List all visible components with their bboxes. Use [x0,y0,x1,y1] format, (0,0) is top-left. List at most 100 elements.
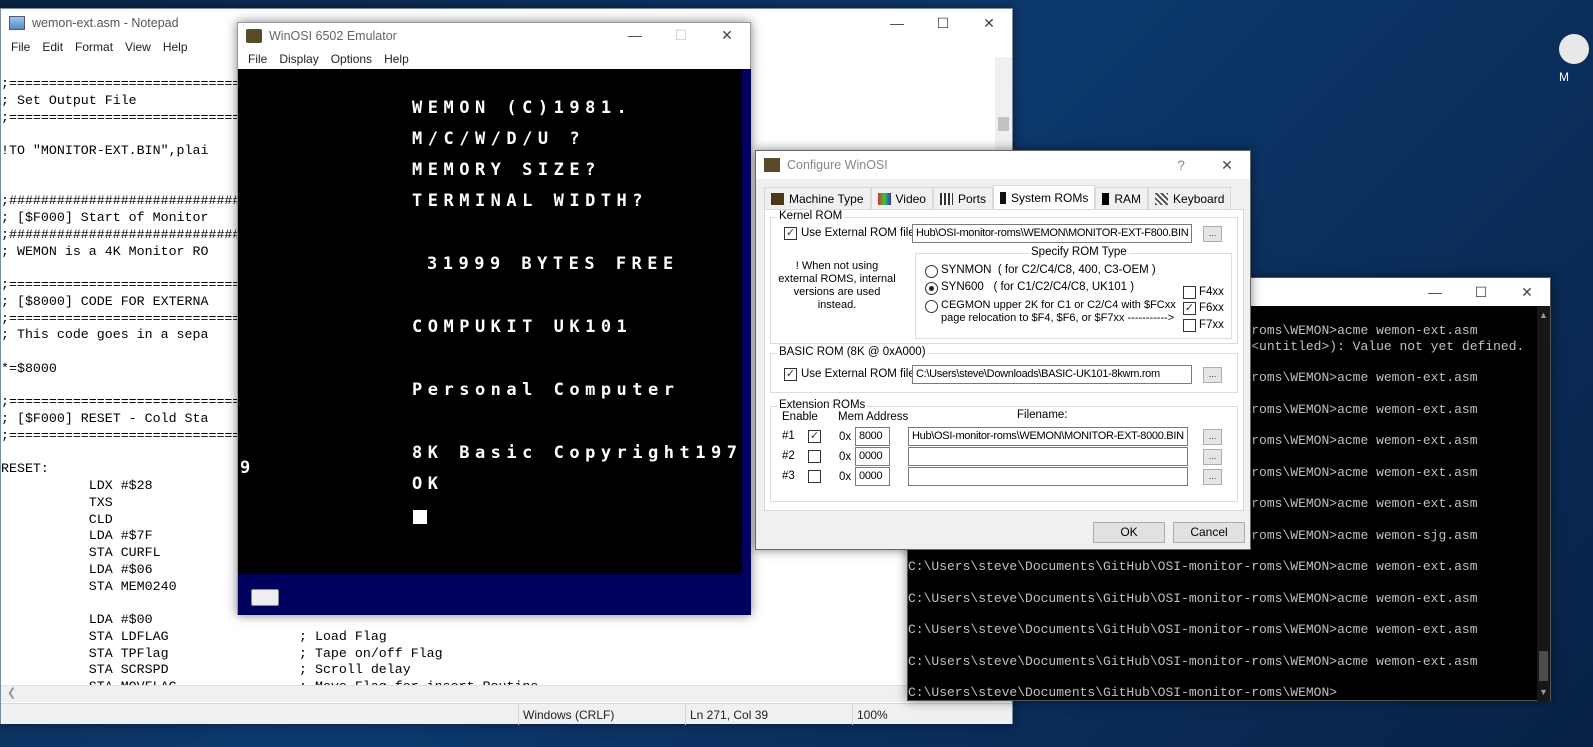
emulator-menubar: File Display Options Help [238,48,750,69]
tab-system-roms[interactable]: System ROMs [993,185,1096,210]
ext-rom-file-input[interactable]: Hub\OSI-monitor-roms\WEMON\MONITOR-EXT-8… [908,427,1188,446]
menu-help[interactable]: Help [157,40,194,54]
basic-external-checkbox[interactable]: ✓ [784,368,797,381]
console-line: C:\Users\steve\Documents\GitHub\OSI-moni… [908,653,1478,669]
kernel-browse-button[interactable]: ... [1203,226,1222,242]
cegmon-radio[interactable] [925,300,938,313]
menu-view[interactable]: View [119,40,157,54]
menu-display[interactable]: Display [273,52,324,66]
ext-rom-address-input[interactable]: 8000 [855,427,890,446]
minimize-button[interactable]: — [874,15,920,32]
close-button[interactable]: ✕ [704,27,750,44]
minimize-button[interactable]: — [612,27,658,44]
menu-edit[interactable]: Edit [36,40,69,54]
f4xx-checkbox[interactable] [1183,286,1196,299]
tab-label: System ROMs [1011,191,1089,205]
cegmon-label: CEGMON upper 2K for C1 or C2/C4 with $FC… [941,299,1176,311]
ext-rom-enable-checkbox[interactable] [808,470,821,483]
menu-options[interactable]: Options [325,52,378,66]
kernel-file-input[interactable]: Hub\OSI-monitor-roms\WEMON\MONITOR-EXT-F… [912,224,1192,243]
kernel-rom-group: Kernel ROM ✓ Use External ROM file: Hub\… [770,210,1238,344]
notepad-title: wemon-ext.asm - Notepad [32,16,179,30]
ext-rom-file-input[interactable] [908,447,1188,466]
close-button[interactable]: ✕ [1204,157,1250,174]
menu-help[interactable]: Help [378,52,415,66]
kernel-external-label: Use External ROM file: [801,227,918,239]
enable-header: Enable [782,411,818,423]
menu-format[interactable]: Format [69,40,119,54]
minimize-button[interactable]: — [1412,284,1458,301]
synmon-radio[interactable] [925,265,938,278]
cassette-tape-icon[interactable] [251,589,279,606]
emulator-screen[interactable]: WEMON (C)1981. M/C/W/D/U ? MEMORY SIZE? TER… [238,69,742,574]
emulator-title: WinOSI 6502 Emulator [269,28,397,43]
close-button[interactable]: ✕ [1504,284,1550,301]
screen-line: COMPUKIT UK101 [412,317,633,337]
tab-ports[interactable]: Ports [932,187,993,209]
ext-rom-address-input[interactable]: 0000 [855,467,890,486]
group-label: Specify ROM Type [1029,246,1129,258]
horizontal-scrollbar[interactable]: ❮ [1,685,996,702]
menu-file[interactable]: File [242,52,273,66]
ext-rom-browse-button[interactable]: ... [1203,469,1222,485]
system-roms-panel: Kernel ROM ✓ Use External ROM file: Hub\… [764,209,1244,511]
screen-line: TERMINAL WIDTH? [412,191,649,211]
ext-rom-enable-checkbox[interactable] [808,450,821,463]
kernel-external-checkbox[interactable]: ✓ [784,227,797,240]
ext-rom-address-input[interactable]: 0000 [855,447,890,466]
dialog-titlebar[interactable]: Configure WinOSI ? ✕ [756,151,1250,179]
emulator-titlebar[interactable]: WinOSI 6502 Emulator — ☐ ✕ [238,23,750,48]
text-line: STA LDFLAG; Load Flag [1,628,387,644]
syn600-radio[interactable] [925,282,938,295]
ext-rom-file-input[interactable] [908,467,1188,486]
basic-file-input[interactable]: C:\Users\steve\Downloads\BASIC-UK101-8kw… [912,365,1192,384]
kernel-note: ! When not using external ROMS, internal… [778,260,896,311]
ext-rom-enable-checkbox[interactable]: ✓ [808,430,821,443]
ok-button[interactable]: OK [1093,522,1165,543]
maximize-button[interactable]: ☐ [1458,284,1504,301]
group-label: Kernel ROM [777,210,845,222]
maximize-button[interactable]: ☐ [658,27,704,44]
close-button[interactable]: ✕ [966,15,1012,32]
tab-keyboard[interactable]: Keyboard [1148,187,1232,209]
console-line: C:\Users\steve\Documents\GitHub\OSI-moni… [908,559,1478,575]
dialog-title: Configure WinOSI [787,158,888,172]
chip-icon [1000,192,1006,204]
ext-rom-browse-button[interactable]: ... [1203,449,1222,465]
desktop-shortcut-icon[interactable]: M [1553,34,1593,94]
menu-file[interactable]: File [5,40,36,54]
tab-ram[interactable]: RAM [1095,187,1149,209]
notepad-icon [9,16,25,30]
tab-machine-type[interactable]: Machine Type [764,187,871,209]
screen-cursor [413,510,427,524]
emulator-status-strip [238,574,751,615]
cancel-button[interactable]: Cancel [1173,522,1245,543]
cegmon-desc: page relocation to $F4, $F6, or $F7xx --… [941,312,1175,324]
tab-label: Keyboard [1173,191,1225,206]
status-bar: Windows (CRLF) Ln 271, Col 39 100% [1,703,1012,725]
tab-video[interactable]: Video [870,187,933,209]
f7xx-checkbox[interactable] [1183,319,1196,332]
emulator-icon [246,28,262,43]
machine-icon [771,192,784,205]
extension-roms-group: Extension ROMs Enable Mem Address Filena… [770,399,1238,502]
basic-browse-button[interactable]: ... [1203,367,1222,383]
group-label: Extension ROMs [777,399,868,411]
help-button[interactable]: ? [1158,157,1204,174]
f6xx-checkbox[interactable]: ✓ [1183,302,1196,315]
console-line: C:\Users\steve\Documents\GitHub\OSI-moni… [908,622,1478,638]
f7xx-label: F7xx [1199,319,1224,331]
emulator-window: WinOSI 6502 Emulator — ☐ ✕ File Display … [237,22,751,615]
basic-external-label: Use External ROM file: [801,368,918,380]
ext-rom-browse-button[interactable]: ... [1203,429,1222,445]
screen-line: MEMORY SIZE? [412,160,601,180]
tab-label: Machine Type [789,191,864,206]
console-scrollbar[interactable]: ▲ ▼ [1537,306,1550,701]
screen-line: M/C/W/D/U ? [412,129,586,149]
screen-line: Personal Computer [412,380,680,400]
maximize-button[interactable]: ☐ [920,15,966,32]
mem-address-header: Mem Address [838,411,909,423]
screen-line: 8K Basic Copyright197 [412,443,742,463]
